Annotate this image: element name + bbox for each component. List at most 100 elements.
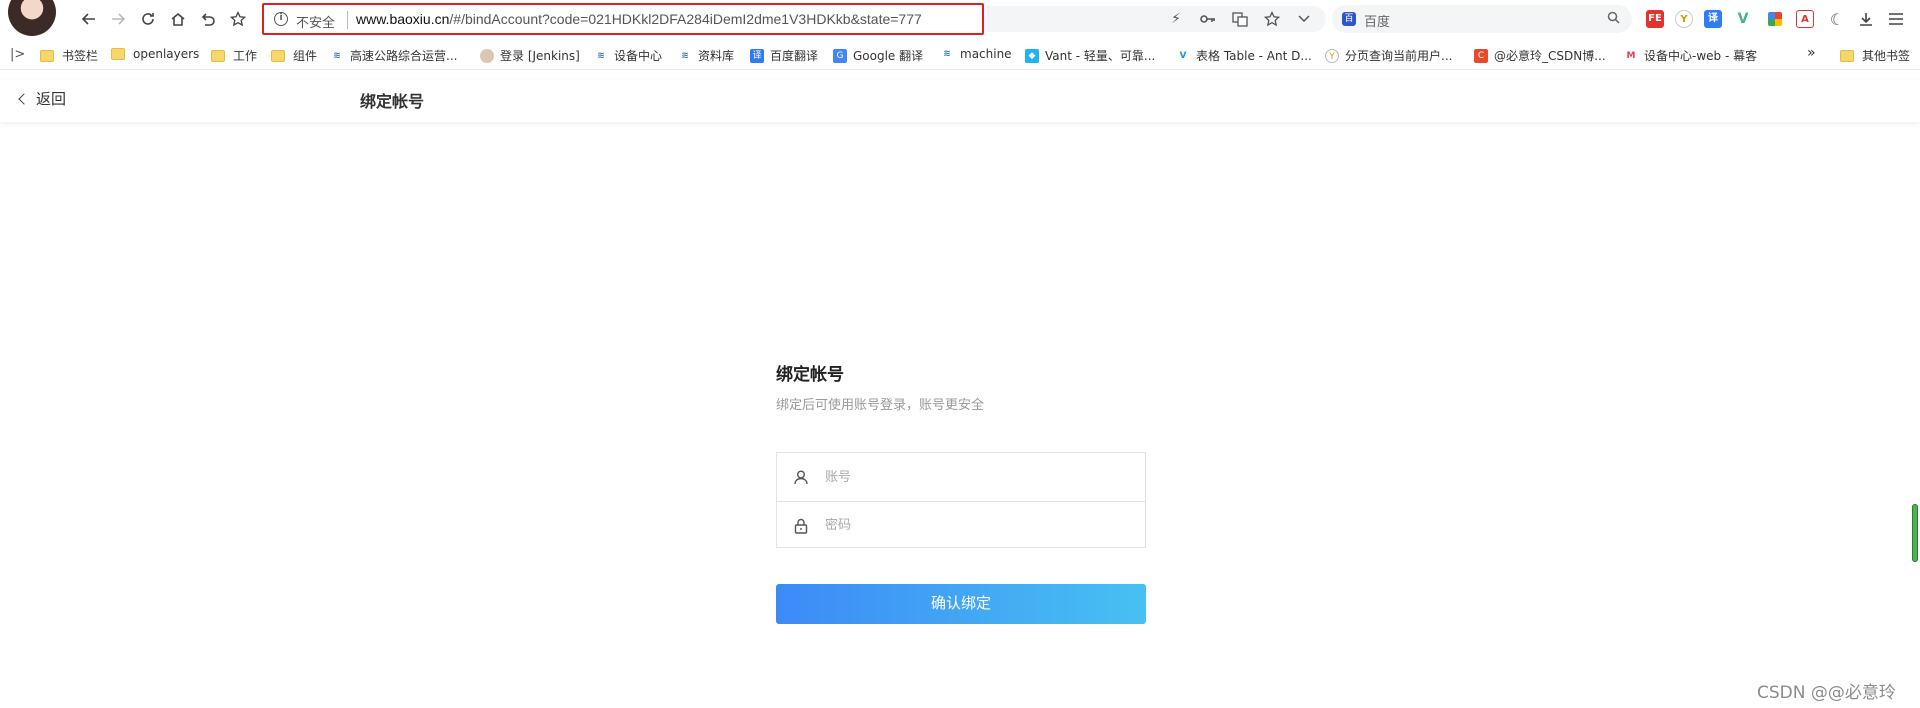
home-icon[interactable] <box>167 8 189 30</box>
bookmark-label: 其他书签 <box>1862 49 1911 63</box>
bookmark-item[interactable]: C @必意玲_CSDN博... <box>1474 47 1606 64</box>
more-bookmarks-button[interactable]: » <box>1807 45 1816 61</box>
back-label: 返回 <box>36 90 67 108</box>
app-header: 返回 绑定帐号 <box>0 80 1920 122</box>
bookmark-item[interactable]: 组件 <box>271 47 317 64</box>
url-path: /#/bindAccount?code=021HDKkl2DFA284iDemI… <box>449 11 922 27</box>
yuque-icon: Y <box>1325 48 1339 63</box>
back-button[interactable]: 返回 <box>18 88 67 109</box>
bookmark-item[interactable]: 书签栏 <box>40 47 98 64</box>
bookmark-item[interactable]: 译百度翻译 <box>750 47 818 64</box>
lightning-icon[interactable]: ⚡ <box>1166 9 1186 29</box>
google-translate-icon: G <box>833 48 847 63</box>
other-bookmarks-item[interactable]: 其他书签 <box>1840 47 1910 64</box>
address-separator <box>347 11 348 29</box>
moon-icon[interactable]: ☾ <box>1827 9 1847 29</box>
chevron-left-icon <box>18 93 30 105</box>
bookmark-label: Google 翻译 <box>853 49 924 63</box>
search-icon[interactable] <box>1607 11 1620 28</box>
bookmark-label: @必意玲_CSDN博... <box>1494 49 1606 63</box>
bookmark-label: 组件 <box>293 49 318 63</box>
baidu-translate-icon: 译 <box>750 48 764 63</box>
profile-avatar[interactable] <box>8 0 56 36</box>
mail-icon: M <box>1626 50 1636 61</box>
bookmark-item[interactable]: ≋ 设备中心 <box>594 47 662 64</box>
bookmark-label: 登录 [Jenkins] <box>500 49 580 63</box>
menu-icon[interactable] <box>1886 9 1906 29</box>
watermark-text: CSDN @@必意玲 <box>1757 683 1896 703</box>
bookmark-item[interactable]: V 表格 Table - Ant D... <box>1176 47 1312 64</box>
bookmark-item[interactable]: G Google 翻译 <box>833 47 923 64</box>
bookmark-label: 资料库 <box>698 49 735 63</box>
form-title: 绑定帐号 <box>776 365 844 385</box>
bird-icon: ≋ <box>597 50 605 61</box>
browser-toolbar: i 不安全 www.baoxiu.cn/#/bindAccount?code=0… <box>0 0 1920 38</box>
bookmarks-bar: |> 书签栏 openlayers 工作 组件 ≋ 高速公路综合运营... 登录 … <box>0 40 1920 70</box>
bookmark-label: openlayers <box>133 47 200 61</box>
page-title: 绑定帐号 <box>360 92 425 111</box>
bookmark-label: 表格 Table - Ant D... <box>1196 49 1312 63</box>
vue-extension-icon[interactable]: V <box>1734 10 1752 28</box>
search-box[interactable]: 百 百度 <box>1332 5 1632 33</box>
address-bar[interactable]: i 不安全 www.baoxiu.cn/#/bindAccount?code=0… <box>262 3 984 35</box>
pdf-extension-icon[interactable]: A <box>1796 10 1814 28</box>
translate-extension-icon[interactable]: 译 <box>1704 10 1722 28</box>
url-host: www.baoxiu.cn <box>356 11 450 27</box>
folder-icon <box>211 49 225 62</box>
undo-icon[interactable] <box>197 8 219 30</box>
lock-icon <box>777 518 825 534</box>
search-engine-label: 百度 <box>1364 15 1391 30</box>
bookmark-item[interactable]: ≋ 高速公路综合运营... <box>330 47 457 64</box>
reload-icon[interactable] <box>137 8 159 30</box>
bookmark-label: 设备中心 <box>614 49 663 63</box>
bird-icon: ≋ <box>681 50 689 61</box>
key-icon[interactable] <box>1198 9 1218 29</box>
apps-extension-icon[interactable] <box>1768 12 1782 26</box>
bookmark-label: Vant - 轻量、可靠... <box>1045 49 1156 63</box>
fe-extension-icon[interactable]: FE <box>1646 10 1664 28</box>
jenkins-icon <box>480 48 494 63</box>
bookmark-label: 书签栏 <box>62 49 99 63</box>
bookmark-label: 分页查询当前用户... <box>1345 49 1453 63</box>
bookmark-item[interactable]: ≋ machine <box>940 47 1012 61</box>
forward-icon[interactable] <box>107 8 129 30</box>
bookmark-label: 工作 <box>233 49 258 63</box>
star-icon[interactable] <box>227 8 249 30</box>
vue-icon: V <box>1179 50 1187 61</box>
bookmark-label: 百度翻译 <box>770 49 819 63</box>
bookmark-item[interactable]: M 设备中心-web - 幕客 <box>1624 47 1758 64</box>
password-input[interactable] <box>825 518 1125 533</box>
csdn-icon: C <box>1474 48 1488 63</box>
bookmark-label: 高速公路综合运营... <box>350 49 458 63</box>
bookmark-star-icon[interactable] <box>1262 9 1282 29</box>
folder-icon <box>111 48 125 60</box>
bookmark-item[interactable]: ◆ Vant - 轻量、可靠... <box>1025 47 1155 64</box>
form-subtitle: 绑定后可使用账号登录，账号更安全 <box>776 398 985 413</box>
url-text[interactable]: www.baoxiu.cn/#/bindAccount?code=021HDKk… <box>356 11 922 27</box>
baidu-logo-icon: 百 <box>1342 12 1356 26</box>
back-icon[interactable] <box>78 8 100 30</box>
confirm-bind-button[interactable]: 确认绑定 <box>776 584 1146 624</box>
folder-icon <box>40 49 54 62</box>
bookmark-item[interactable]: ≋ 资料库 <box>678 47 734 64</box>
account-field-row <box>777 453 1145 501</box>
bookmark-item[interactable]: 登录 [Jenkins] <box>480 47 580 64</box>
translate-icon[interactable] <box>1230 9 1250 29</box>
bind-form <box>776 452 1146 548</box>
bookmark-label: machine <box>960 47 1012 61</box>
bookmark-item[interactable]: Y 分页查询当前用户... <box>1325 47 1452 64</box>
yuque-extension-icon[interactable]: Y <box>1675 10 1693 28</box>
scroll-indicator[interactable] <box>1912 504 1918 562</box>
security-label: 不安全 <box>296 16 336 31</box>
folder-icon <box>271 49 285 62</box>
chevron-down-icon[interactable] <box>1294 9 1314 29</box>
download-icon[interactable] <box>1856 9 1876 29</box>
info-icon[interactable]: i <box>274 12 288 26</box>
bookmark-item[interactable]: 工作 <box>211 47 257 64</box>
bookmarks-toggle-icon[interactable]: |> <box>10 47 25 62</box>
folder-icon <box>1840 49 1854 62</box>
bookmark-item[interactable]: openlayers <box>111 47 199 61</box>
password-field-row <box>777 501 1145 549</box>
bird-icon: ≋ <box>333 50 341 61</box>
account-input[interactable] <box>825 469 1125 485</box>
